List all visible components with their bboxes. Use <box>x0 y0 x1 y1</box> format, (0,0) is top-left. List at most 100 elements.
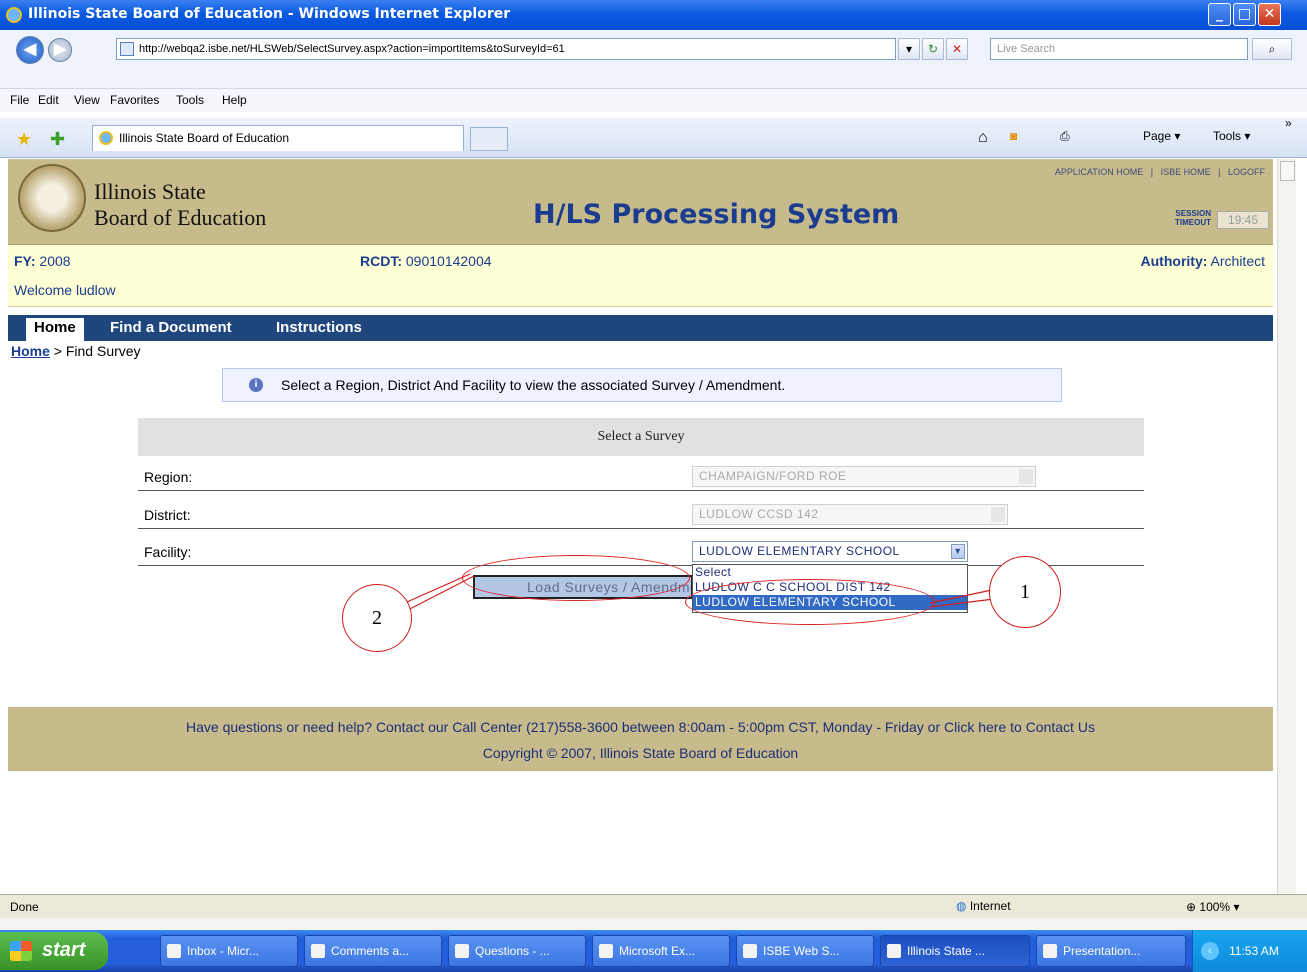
address-dropdown-icon[interactable]: ▾ <box>898 38 920 60</box>
session-label-line1: SESSION <box>1175 209 1211 218</box>
menu-tools[interactable]: Tools <box>176 93 204 107</box>
taskbar-item-active[interactable]: Illinois State ... <box>880 935 1030 967</box>
window-title-bar: Illinois State Board of Education - Wind… <box>0 0 1307 30</box>
menu-help[interactable]: Help <box>222 93 247 107</box>
rcdt-label: RCDT: <box>360 253 402 269</box>
menu-favorites[interactable]: Favorites <box>110 93 159 107</box>
stop-icon[interactable]: ✕ <box>946 38 968 60</box>
excel-icon <box>599 944 613 958</box>
callout-line-2a <box>397 573 471 607</box>
search-input[interactable]: Live Search <box>990 38 1248 60</box>
facility-select[interactable]: LUDLOW ELEMENTARY SCHOOL ▼ <box>692 541 968 562</box>
callout-number-1: 1 <box>989 556 1061 628</box>
facility-label: Facility: <box>144 544 192 560</box>
menu-file[interactable]: File <box>10 93 29 107</box>
page-menu[interactable]: Page ▾ <box>1143 129 1180 143</box>
taskbar-item-label: Questions - ... <box>475 944 550 958</box>
chevron-down-icon <box>991 507 1005 522</box>
breadcrumb-current: > Find Survey <box>49 343 141 359</box>
nav-find-document[interactable]: Find a Document <box>110 319 232 336</box>
page-footer: Have questions or need help? Contact our… <box>8 707 1273 771</box>
print-icon[interactable]: ⎙ <box>1060 129 1070 144</box>
globe-icon: ◍ <box>956 899 967 913</box>
taskbar-item[interactable]: Comments a... <box>304 935 442 967</box>
ie-logo-icon <box>6 7 22 23</box>
add-favorite-icon[interactable]: ✚ <box>50 129 65 150</box>
taskbar: start Inbox - Micr... Comments a... Ques… <box>0 930 1307 972</box>
callout-line-1b <box>929 598 995 608</box>
taskbar-item[interactable]: Questions - ... <box>448 935 586 967</box>
zoom-text: 100% <box>1199 900 1231 914</box>
main-nav: Home Find a Document Instructions <box>8 315 1273 341</box>
region-select[interactable]: CHAMPAIGN/FORD ROE <box>692 466 1036 487</box>
mail-icon <box>311 944 325 958</box>
authority-value: Architect <box>1210 253 1265 269</box>
welcome-text: Welcome ludlow <box>14 282 116 298</box>
tab-row: ★ ✚ Illinois State Board of Education ⌂ … <box>0 116 1307 158</box>
taskbar-item-label: Presentation... <box>1063 944 1141 958</box>
footer-help-text[interactable]: Have questions or need help? Contact our… <box>8 719 1273 735</box>
minimize-button[interactable]: _ <box>1208 3 1231 26</box>
header-links: APPLICATION HOME | ISBE HOME | LOGOFF <box>1055 167 1265 177</box>
taskbar-item[interactable]: Inbox - Micr... <box>160 935 298 967</box>
callout-line-1a <box>929 589 993 604</box>
menu-edit[interactable]: Edit <box>38 93 59 107</box>
outlook-icon <box>167 944 181 958</box>
zone-text: Internet <box>969 899 1011 913</box>
address-text: http://webqa2.isbe.net/HLSWeb/SelectSurv… <box>139 43 565 55</box>
authority-label: Authority: <box>1140 253 1208 269</box>
status-bar: Done ◍ Internet ⊕ 100% ▾ <box>0 894 1307 918</box>
background-window-strip <box>0 918 1307 930</box>
taskbar-item[interactable]: ISBE Web S... <box>736 935 874 967</box>
nav-home[interactable]: Home <box>26 318 84 341</box>
info-icon: i <box>249 378 263 392</box>
tray-expand-icon[interactable]: ‹ <box>1201 942 1219 960</box>
more-commands-icon[interactable]: » <box>1285 116 1292 130</box>
taskbar-item-label: Inbox - Micr... <box>187 944 260 958</box>
callout-number-2: 2 <box>342 584 412 652</box>
close-button[interactable]: ✕ <box>1258 3 1281 26</box>
favorites-star-icon[interactable]: ★ <box>16 129 32 150</box>
chevron-down-icon <box>1019 469 1033 484</box>
logoff-link[interactable]: LOGOFF <box>1228 167 1265 177</box>
app-home-link[interactable]: APPLICATION HOME <box>1055 167 1143 177</box>
zoom-level[interactable]: ⊕ 100% ▾ <box>1186 900 1239 914</box>
page-icon <box>120 42 134 56</box>
back-button[interactable]: ◀ <box>16 36 44 64</box>
forward-button[interactable]: ▶ <box>48 38 72 62</box>
maximize-button[interactable]: □ <box>1233 3 1256 26</box>
session-label-line2: TIMEOUT <box>1175 218 1211 227</box>
callout-lines <box>397 573 475 614</box>
user-info-bar: FY: 2008 RCDT: 09010142004 Authority: Ar… <box>8 245 1273 307</box>
feeds-icon[interactable]: ◙ <box>1010 129 1017 143</box>
system-tray: ‹ 11:53 AM <box>1192 930 1307 972</box>
breadcrumb-home-link[interactable]: Home <box>11 343 50 359</box>
windows-flag-icon <box>10 941 32 961</box>
rcdt: RCDT: 09010142004 <box>360 253 492 269</box>
search-icon[interactable]: ⌕ <box>1252 38 1292 60</box>
org-name: Illinois State Board of Education <box>94 179 266 231</box>
page-scrollbar[interactable] <box>1277 159 1296 894</box>
address-toolbar: ◀ ▶ http://webqa2.isbe.net/HLSWeb/Select… <box>0 30 1307 112</box>
nav-instructions[interactable]: Instructions <box>276 319 362 336</box>
chevron-down-icon[interactable]: ▼ <box>951 544 965 559</box>
start-button[interactable]: start <box>0 932 108 970</box>
scrollbar-thumb[interactable] <box>1280 161 1295 181</box>
menu-view[interactable]: View <box>74 93 100 107</box>
tools-menu[interactable]: Tools ▾ <box>1213 129 1250 143</box>
session-timeout-label: SESSION TIMEOUT <box>1175 209 1211 227</box>
new-tab-button[interactable] <box>470 127 508 151</box>
refresh-icon[interactable]: ↻ <box>922 38 944 60</box>
taskbar-item[interactable]: Microsoft Ex... <box>592 935 730 967</box>
home-icon[interactable]: ⌂ <box>978 129 988 147</box>
ie-icon <box>887 944 901 958</box>
status-text: Done <box>10 900 39 914</box>
region-label: Region: <box>144 469 193 485</box>
district-select[interactable]: LUDLOW CCSD 142 <box>692 504 1008 525</box>
tab-title: Illinois State Board of Education <box>119 131 290 145</box>
browser-tab[interactable]: Illinois State Board of Education <box>92 125 464 151</box>
district-row: District: LUDLOW CCSD 142 <box>138 501 1144 529</box>
address-input[interactable]: http://webqa2.isbe.net/HLSWeb/SelectSurv… <box>116 38 896 60</box>
isbe-home-link[interactable]: ISBE HOME <box>1161 167 1211 177</box>
taskbar-item[interactable]: Presentation... <box>1036 935 1186 967</box>
